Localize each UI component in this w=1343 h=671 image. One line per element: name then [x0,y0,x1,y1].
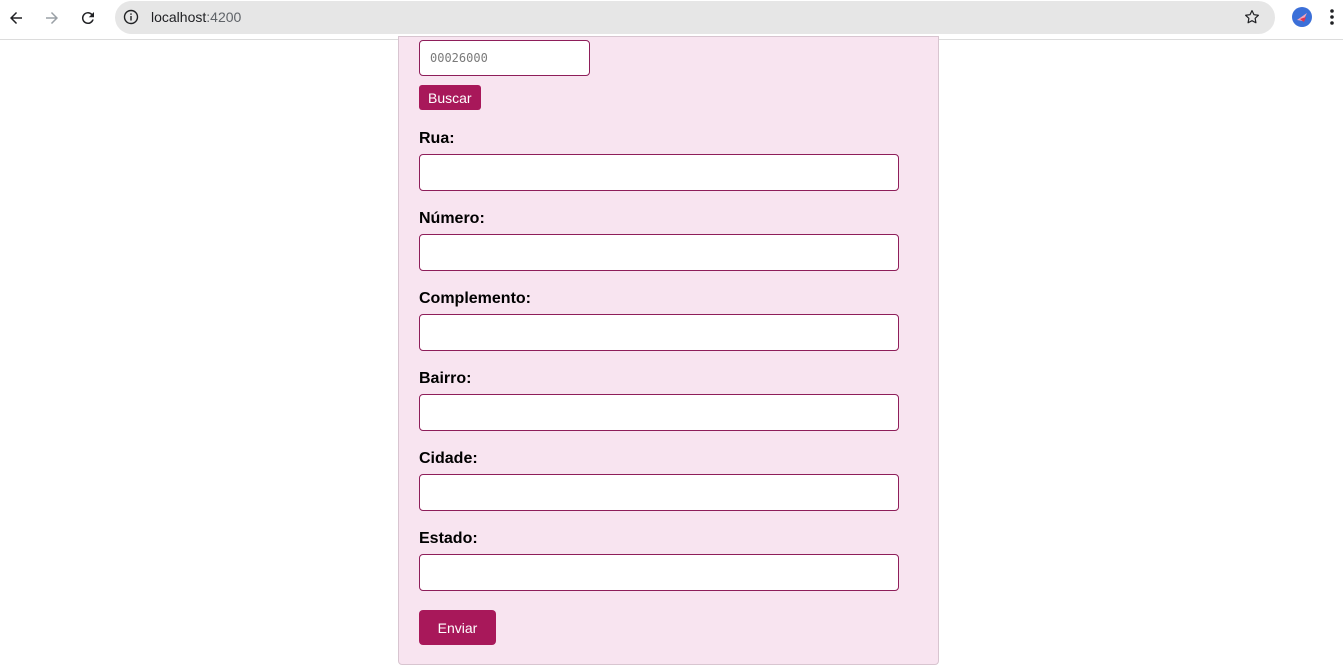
back-arrow-icon [10,12,22,24]
reload-icon [81,12,94,25]
browser-menu-icon[interactable] [1328,7,1336,27]
back-button[interactable] [4,6,28,30]
url-port: :4200 [206,9,242,25]
url-text: localhost:4200 [151,9,241,25]
reload-button[interactable] [76,6,100,30]
street-label: Rua: [419,130,455,147]
city-label: Cidade: [419,450,478,467]
cep-input[interactable] [419,40,590,76]
bookmark-star-icon[interactable] [1243,8,1261,26]
address-form-card: Buscar Rua: Número: Complemento: Bairro:… [398,36,939,665]
state-label: Estado: [419,530,478,547]
neighborhood-label: Bairro: [419,370,472,387]
browser-toolbar: localhost:4200 [0,0,1343,40]
search-button[interactable]: Buscar [419,85,481,110]
address-bar[interactable]: localhost:4200 [115,1,1275,34]
state-input[interactable] [419,554,899,591]
number-label: Número: [419,210,485,227]
street-input[interactable] [419,154,899,191]
number-input[interactable] [419,234,899,271]
submit-button[interactable]: Enviar [419,610,496,645]
profile-avatar[interactable] [1292,7,1312,27]
site-info-icon[interactable] [123,9,139,25]
forward-arrow-icon [46,12,58,24]
complement-input[interactable] [419,314,899,351]
neighborhood-input[interactable] [419,394,899,431]
forward-button[interactable] [40,6,64,30]
profile-bird-icon [1297,13,1307,22]
city-input[interactable] [419,474,899,511]
complement-label: Complemento: [419,290,531,307]
url-host: localhost [151,9,207,25]
